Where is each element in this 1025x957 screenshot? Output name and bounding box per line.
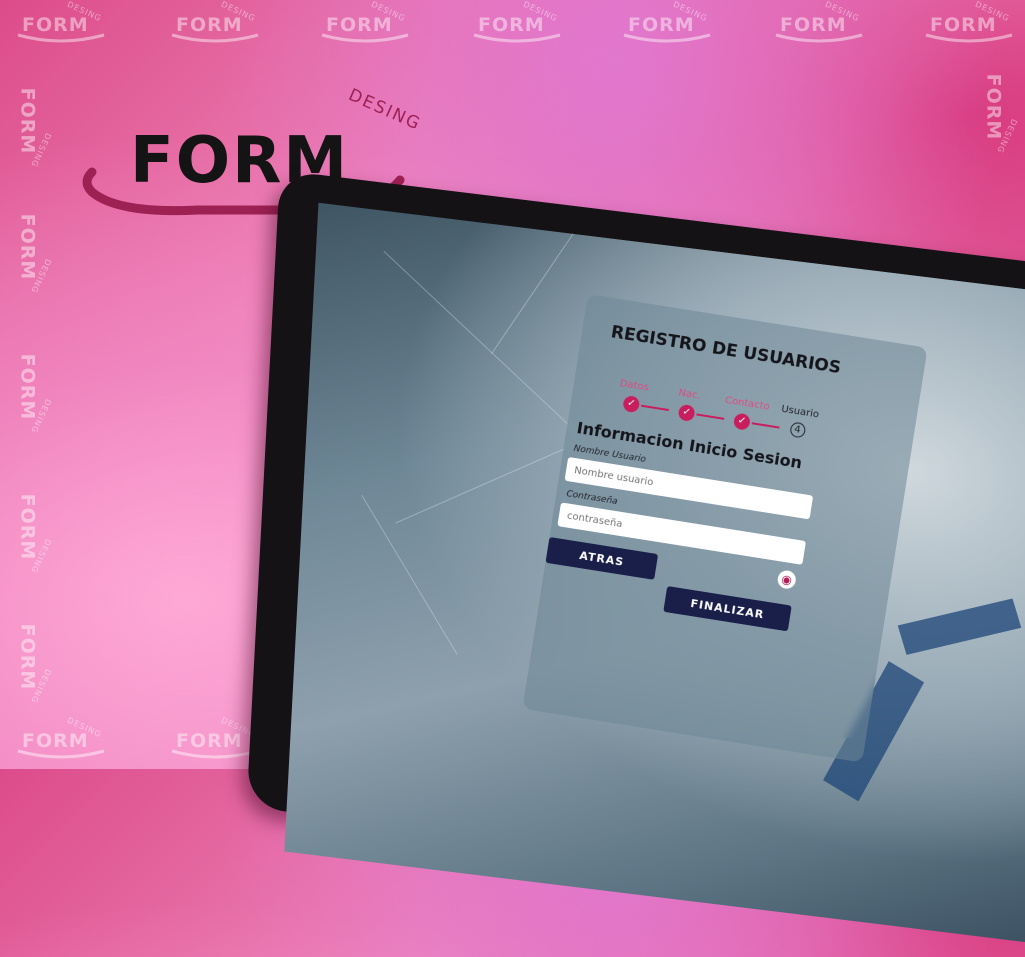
watermark-logo: FORMDESING — [623, 0, 711, 43]
logo-subtitle: DESING — [345, 85, 425, 135]
scratch-texture — [395, 444, 574, 524]
watermark-logo: FORMDESING — [16, 353, 53, 435]
step-contacto[interactable]: Contacto ✓ — [721, 395, 770, 433]
step-number: 4 — [788, 421, 806, 439]
watermark-logo: FORMDESING — [17, 716, 105, 759]
step-datos[interactable]: Datos ✓ — [610, 377, 655, 415]
registration-form-card: REGISTRO DE USUARIOS Datos ✓ Nac. ✓ Cont… — [522, 294, 928, 763]
step-usuario[interactable]: Usuario 4 — [776, 404, 820, 441]
check-icon: ✓ — [622, 394, 641, 414]
watermark-logo: FORMDESING — [16, 87, 53, 169]
back-button[interactable]: ATRAS — [545, 536, 659, 580]
watermark-logo: FORMDESING — [16, 493, 53, 575]
watermark-logo: FORMDESING — [171, 0, 259, 43]
finish-button[interactable]: FINALIZAR — [663, 585, 792, 632]
step-nac[interactable]: Nac. ✓ — [666, 386, 711, 424]
scratch-texture — [383, 250, 581, 436]
check-icon: ✓ — [677, 403, 696, 423]
watermark-logo: FORMDESING — [473, 0, 561, 43]
background-shape — [897, 598, 1022, 655]
watermark-logo: FORMDESING — [16, 623, 53, 705]
watermark-logo: FORMDESING — [982, 73, 1019, 155]
watermark-logo: FORMDESING — [16, 213, 53, 295]
watermark-logo: FORMDESING — [775, 0, 863, 43]
watermark-logo: FORMDESING — [925, 0, 1013, 43]
check-icon: ✓ — [732, 412, 752, 431]
watermark-logo: FORMDESING — [171, 716, 259, 759]
scratch-texture — [491, 225, 580, 355]
eye-icon[interactable]: ◉ — [776, 569, 798, 590]
watermark-logo: FORMDESING — [17, 0, 105, 43]
watermark-logo: FORMDESING — [321, 0, 409, 43]
scratch-texture — [361, 494, 458, 655]
